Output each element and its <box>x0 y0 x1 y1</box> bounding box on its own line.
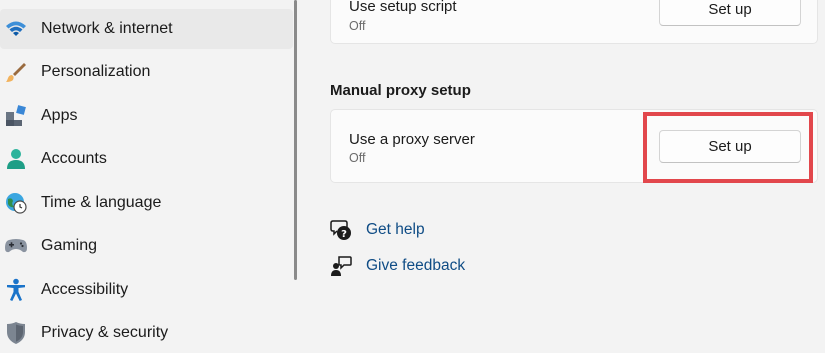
sidebar-nav: Network & internet Personalization Apps <box>0 0 297 347</box>
proxy-server-status: Off <box>349 151 366 165</box>
sidebar-scrollbar[interactable] <box>294 0 297 280</box>
sidebar-item-label: Gaming <box>41 237 98 254</box>
gamepad-icon <box>4 234 28 258</box>
give-feedback-link[interactable]: Give feedback <box>366 257 465 275</box>
shield-icon <box>4 321 28 345</box>
sidebar-item-personalization[interactable]: Personalization <box>0 52 293 92</box>
give-feedback-link-row[interactable]: Give feedback <box>330 255 465 277</box>
sidebar-item-privacy-security[interactable]: Privacy & security <box>0 313 293 353</box>
get-help-link[interactable]: Get help <box>366 221 425 239</box>
sidebar-item-label: Personalization <box>41 63 151 80</box>
get-help-link-row[interactable]: ? Get help <box>330 219 425 241</box>
sidebar-item-label: Apps <box>41 107 78 124</box>
sidebar-item-apps[interactable]: Apps <box>0 96 293 136</box>
sidebar-item-label: Network & internet <box>41 20 173 37</box>
manual-proxy-section-title: Manual proxy setup <box>330 82 471 99</box>
setup-script-title: Use setup script <box>349 0 457 15</box>
setup-script-status: Off <box>349 19 366 33</box>
sidebar-item-gaming[interactable]: Gaming <box>0 226 293 266</box>
brush-icon <box>4 60 28 84</box>
person-icon <box>4 147 28 171</box>
sidebar-item-time-language[interactable]: Time & language <box>0 183 293 223</box>
svg-text:?: ? <box>341 229 347 240</box>
proxy-server-title: Use a proxy server <box>349 131 475 148</box>
sidebar-item-label: Time & language <box>41 194 162 211</box>
sidebar-item-accessibility[interactable]: Accessibility <box>0 270 293 310</box>
globe-clock-icon <box>4 191 28 215</box>
highlight-box <box>643 112 813 183</box>
sidebar-item-label: Accounts <box>41 150 107 167</box>
sidebar-item-network-internet[interactable]: Network & internet <box>0 9 293 49</box>
feedback-icon <box>330 255 352 277</box>
apps-icon <box>4 104 28 128</box>
sidebar-item-label: Privacy & security <box>41 324 169 341</box>
sidebar-item-accounts[interactable]: Accounts <box>0 139 293 179</box>
sidebar-item-label: Accessibility <box>41 281 129 298</box>
setup-script-set-up-button[interactable]: Set up <box>659 0 801 26</box>
accessibility-icon <box>4 278 28 302</box>
wifi-icon <box>4 17 28 41</box>
setup-script-card: Use setup script Off Set up <box>330 0 818 44</box>
help-chat-icon: ? <box>330 219 352 241</box>
